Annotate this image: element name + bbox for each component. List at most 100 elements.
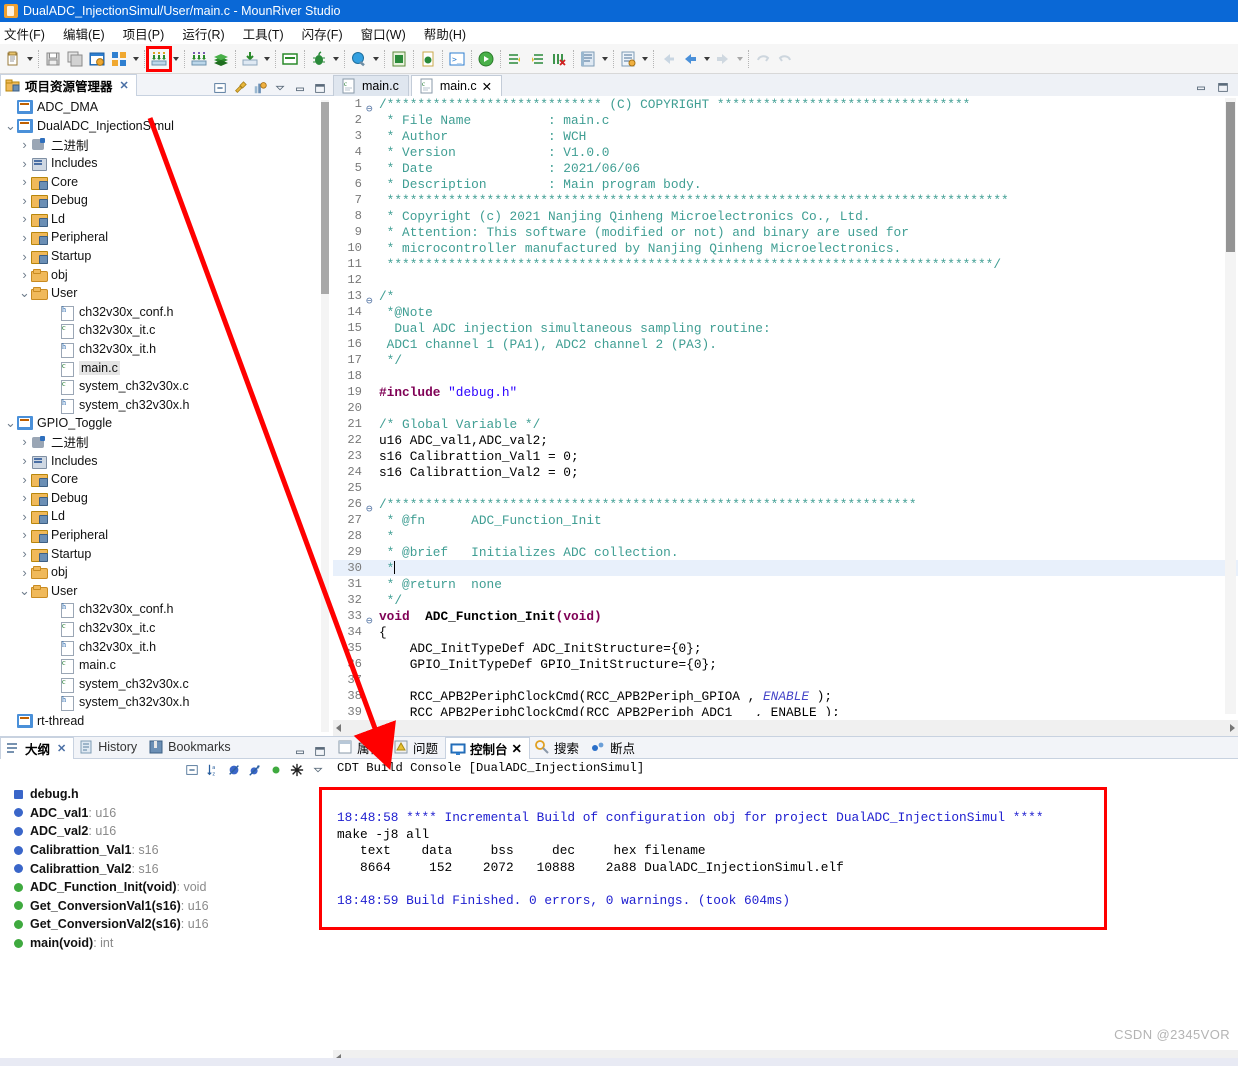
chevron-right-icon[interactable]: › [18, 249, 31, 264]
code-line[interactable]: 29 * @brief Initializes ADC collection. [333, 544, 1238, 560]
close-icon[interactable]: ✕ [57, 742, 66, 755]
tree-item-ch32v30x_it.h[interactable]: ch32v30x_it.h [0, 340, 333, 359]
view-menu-filter-icon[interactable] [253, 81, 267, 95]
project-tree-scroll-thumb[interactable] [321, 102, 329, 294]
code-line[interactable]: 9 * Attention: This software (modified o… [333, 224, 1238, 240]
chevron-right-icon[interactable]: › [18, 137, 31, 152]
tab-search[interactable]: 搜索 [530, 736, 586, 758]
outline-item[interactable]: Get_ConversionVal2(s16) : u16 [0, 915, 333, 934]
hide-nonpublic-icon[interactable] [269, 763, 283, 777]
tree-item-user[interactable]: ⌄ User [0, 581, 333, 600]
outline-item[interactable]: Calibrattion_Val2 : s16 [0, 859, 333, 878]
new-wizard-icon[interactable] [2, 48, 24, 70]
power-icon[interactable] [417, 48, 439, 70]
chevron-down-icon[interactable]: ⌄ [18, 584, 31, 597]
code-line[interactable]: 13 /* [333, 288, 1238, 309]
build-all-icon[interactable] [188, 48, 210, 70]
code-line[interactable]: 7 **************************************… [333, 192, 1238, 208]
code-line[interactable]: 26 /*************************************… [333, 496, 1238, 517]
code-line[interactable]: 10 * microcontroller manufactured by Nan… [333, 240, 1238, 256]
menu-window[interactable]: 窗口(W) [352, 22, 415, 45]
menu-run[interactable]: 运行(R) [173, 22, 233, 45]
menu-tools[interactable]: 工具(T) [234, 22, 293, 45]
tree-item-obj[interactable]: › obj [0, 563, 333, 582]
code-line[interactable]: 27 * @fn ADC_Function_Init [333, 512, 1238, 528]
tab-outline[interactable]: 大纲 ✕ [0, 737, 75, 759]
download-icon[interactable] [239, 48, 261, 70]
code-line[interactable]: 31 * @return none [333, 576, 1238, 592]
tree-item-system_ch32v30x.h[interactable]: system_ch32v30x.h [0, 396, 333, 415]
code-line[interactable]: 30 * [333, 560, 1238, 576]
tree-item-ch32v30x_it.h[interactable]: ch32v30x_it.h [0, 637, 333, 656]
scroll-left-arrow-icon[interactable] [336, 724, 341, 732]
run-icon[interactable] [348, 48, 370, 70]
outline-item[interactable]: ADC_val1 : u16 [0, 804, 333, 823]
outline-item[interactable]: main(void) : int [0, 934, 333, 953]
code-line[interactable]: 24 s16 Calibrattion_Val2 = 0; [333, 464, 1238, 480]
save-icon[interactable] [42, 48, 64, 70]
view-menu-icon[interactable] [311, 763, 325, 777]
new-wizard-dropdown-arrow[interactable] [24, 48, 35, 70]
chevron-right-icon[interactable]: › [18, 565, 31, 580]
back-history-icon[interactable] [657, 48, 679, 70]
tab-properties[interactable]: 属性 [333, 736, 389, 758]
tree-item--[interactable]: › 二进制 [0, 135, 333, 154]
minimize-icon[interactable] [1194, 80, 1208, 94]
code-line[interactable]: 35 ADC_InitTypeDef ADC_InitStructure={0}… [333, 640, 1238, 656]
save-all-icon[interactable] [64, 48, 86, 70]
tree-item-core[interactable]: › Core [0, 470, 333, 489]
outline-item[interactable]: ADC_val2 : u16 [0, 822, 333, 841]
clean-icon[interactable] [210, 48, 232, 70]
close-icon[interactable]: ✕ [120, 79, 129, 92]
build-config-icon[interactable] [108, 48, 130, 70]
code-line[interactable]: 34 { [333, 624, 1238, 640]
code-editor[interactable]: 1 /**************************** (C) COPYR… [333, 96, 1238, 736]
outline-item[interactable]: Calibrattion_Val1 : s16 [0, 841, 333, 860]
code-line[interactable]: 23 s16 Calibrattion_Val1 = 0; [333, 448, 1238, 464]
tab-history[interactable]: History [74, 736, 144, 758]
chevron-down-icon[interactable]: ⌄ [4, 416, 17, 429]
close-icon[interactable]: ✕ [482, 79, 492, 94]
link-with-editor-icon[interactable] [233, 81, 247, 95]
tree-item-dualadc_injectionsimul[interactable]: ⌄ DualADC_InjectionSimul [0, 117, 333, 136]
code-line[interactable]: 21 /* Global Variable */ [333, 416, 1238, 432]
code-line[interactable]: 36 GPIO_InitTypeDef GPIO_InitStructure={… [333, 656, 1238, 672]
tree-item-obj[interactable]: › obj [0, 265, 333, 284]
tree-item-ld[interactable]: › Ld [0, 210, 333, 229]
open-resource-dropdown-arrow[interactable] [639, 48, 650, 70]
menu-project[interactable]: 项目(P) [114, 22, 174, 45]
back-icon[interactable] [679, 48, 701, 70]
chevron-right-icon[interactable]: › [18, 509, 31, 524]
configure-icon[interactable] [86, 48, 108, 70]
code-line[interactable]: 39 RCC_APB2PeriphClockCmd(RCC_APB2Periph… [333, 704, 1238, 717]
scroll-right-arrow-icon[interactable] [1230, 724, 1235, 732]
console-output-area[interactable]: CDT Build Console [DualADC_InjectionSimu… [333, 759, 1238, 1066]
chevron-right-icon[interactable]: › [18, 472, 31, 487]
tab-console[interactable]: 控制台 ✕ [445, 737, 531, 759]
code-line[interactable]: 6 * Description : Main program body. [333, 176, 1238, 192]
maximize-icon[interactable] [313, 81, 327, 95]
hide-static-icon[interactable]: s [248, 763, 262, 777]
tree-item-ch32v30x_conf.h[interactable]: ch32v30x_conf.h [0, 600, 333, 619]
hide-fields-icon[interactable] [227, 763, 241, 777]
tree-item-ch32v30x_it.c[interactable]: ch32v30x_it.c [0, 321, 333, 340]
tree-item-gpio_toggle[interactable]: ⌄ GPIO_Toggle [0, 414, 333, 433]
tree-item-user[interactable]: ⌄ User [0, 284, 333, 303]
tab-bookmarks[interactable]: Bookmarks [144, 736, 238, 758]
code-line[interactable]: 15 Dual ADC injection simultaneous sampl… [333, 320, 1238, 336]
chevron-right-icon[interactable]: › [18, 546, 31, 561]
menu-edit[interactable]: 编辑(E) [54, 22, 114, 45]
debug-dropdown-arrow[interactable] [330, 48, 341, 70]
tree-item-main.c[interactable]: main.c [0, 358, 333, 377]
code-line[interactable]: 8 * Copyright (c) 2021 Nanjing Qinheng M… [333, 208, 1238, 224]
chevron-right-icon[interactable]: › [18, 211, 31, 226]
code-line[interactable]: 17 */ [333, 352, 1238, 368]
build-config-dropdown-arrow[interactable] [130, 48, 141, 70]
outline-item[interactable]: ADC_Function_Init(void) : void [0, 878, 333, 897]
code-line[interactable]: 18 [333, 368, 1238, 384]
tree-item-system_ch32v30x.c[interactable]: system_ch32v30x.c [0, 674, 333, 693]
tree-item-adc_dma[interactable]: ADC_DMA [0, 98, 333, 117]
menu-flash[interactable]: 闪存(F) [293, 22, 352, 45]
code-line[interactable]: 1 /**************************** (C) COPYR… [333, 96, 1238, 117]
code-line[interactable]: 12 [333, 272, 1238, 288]
